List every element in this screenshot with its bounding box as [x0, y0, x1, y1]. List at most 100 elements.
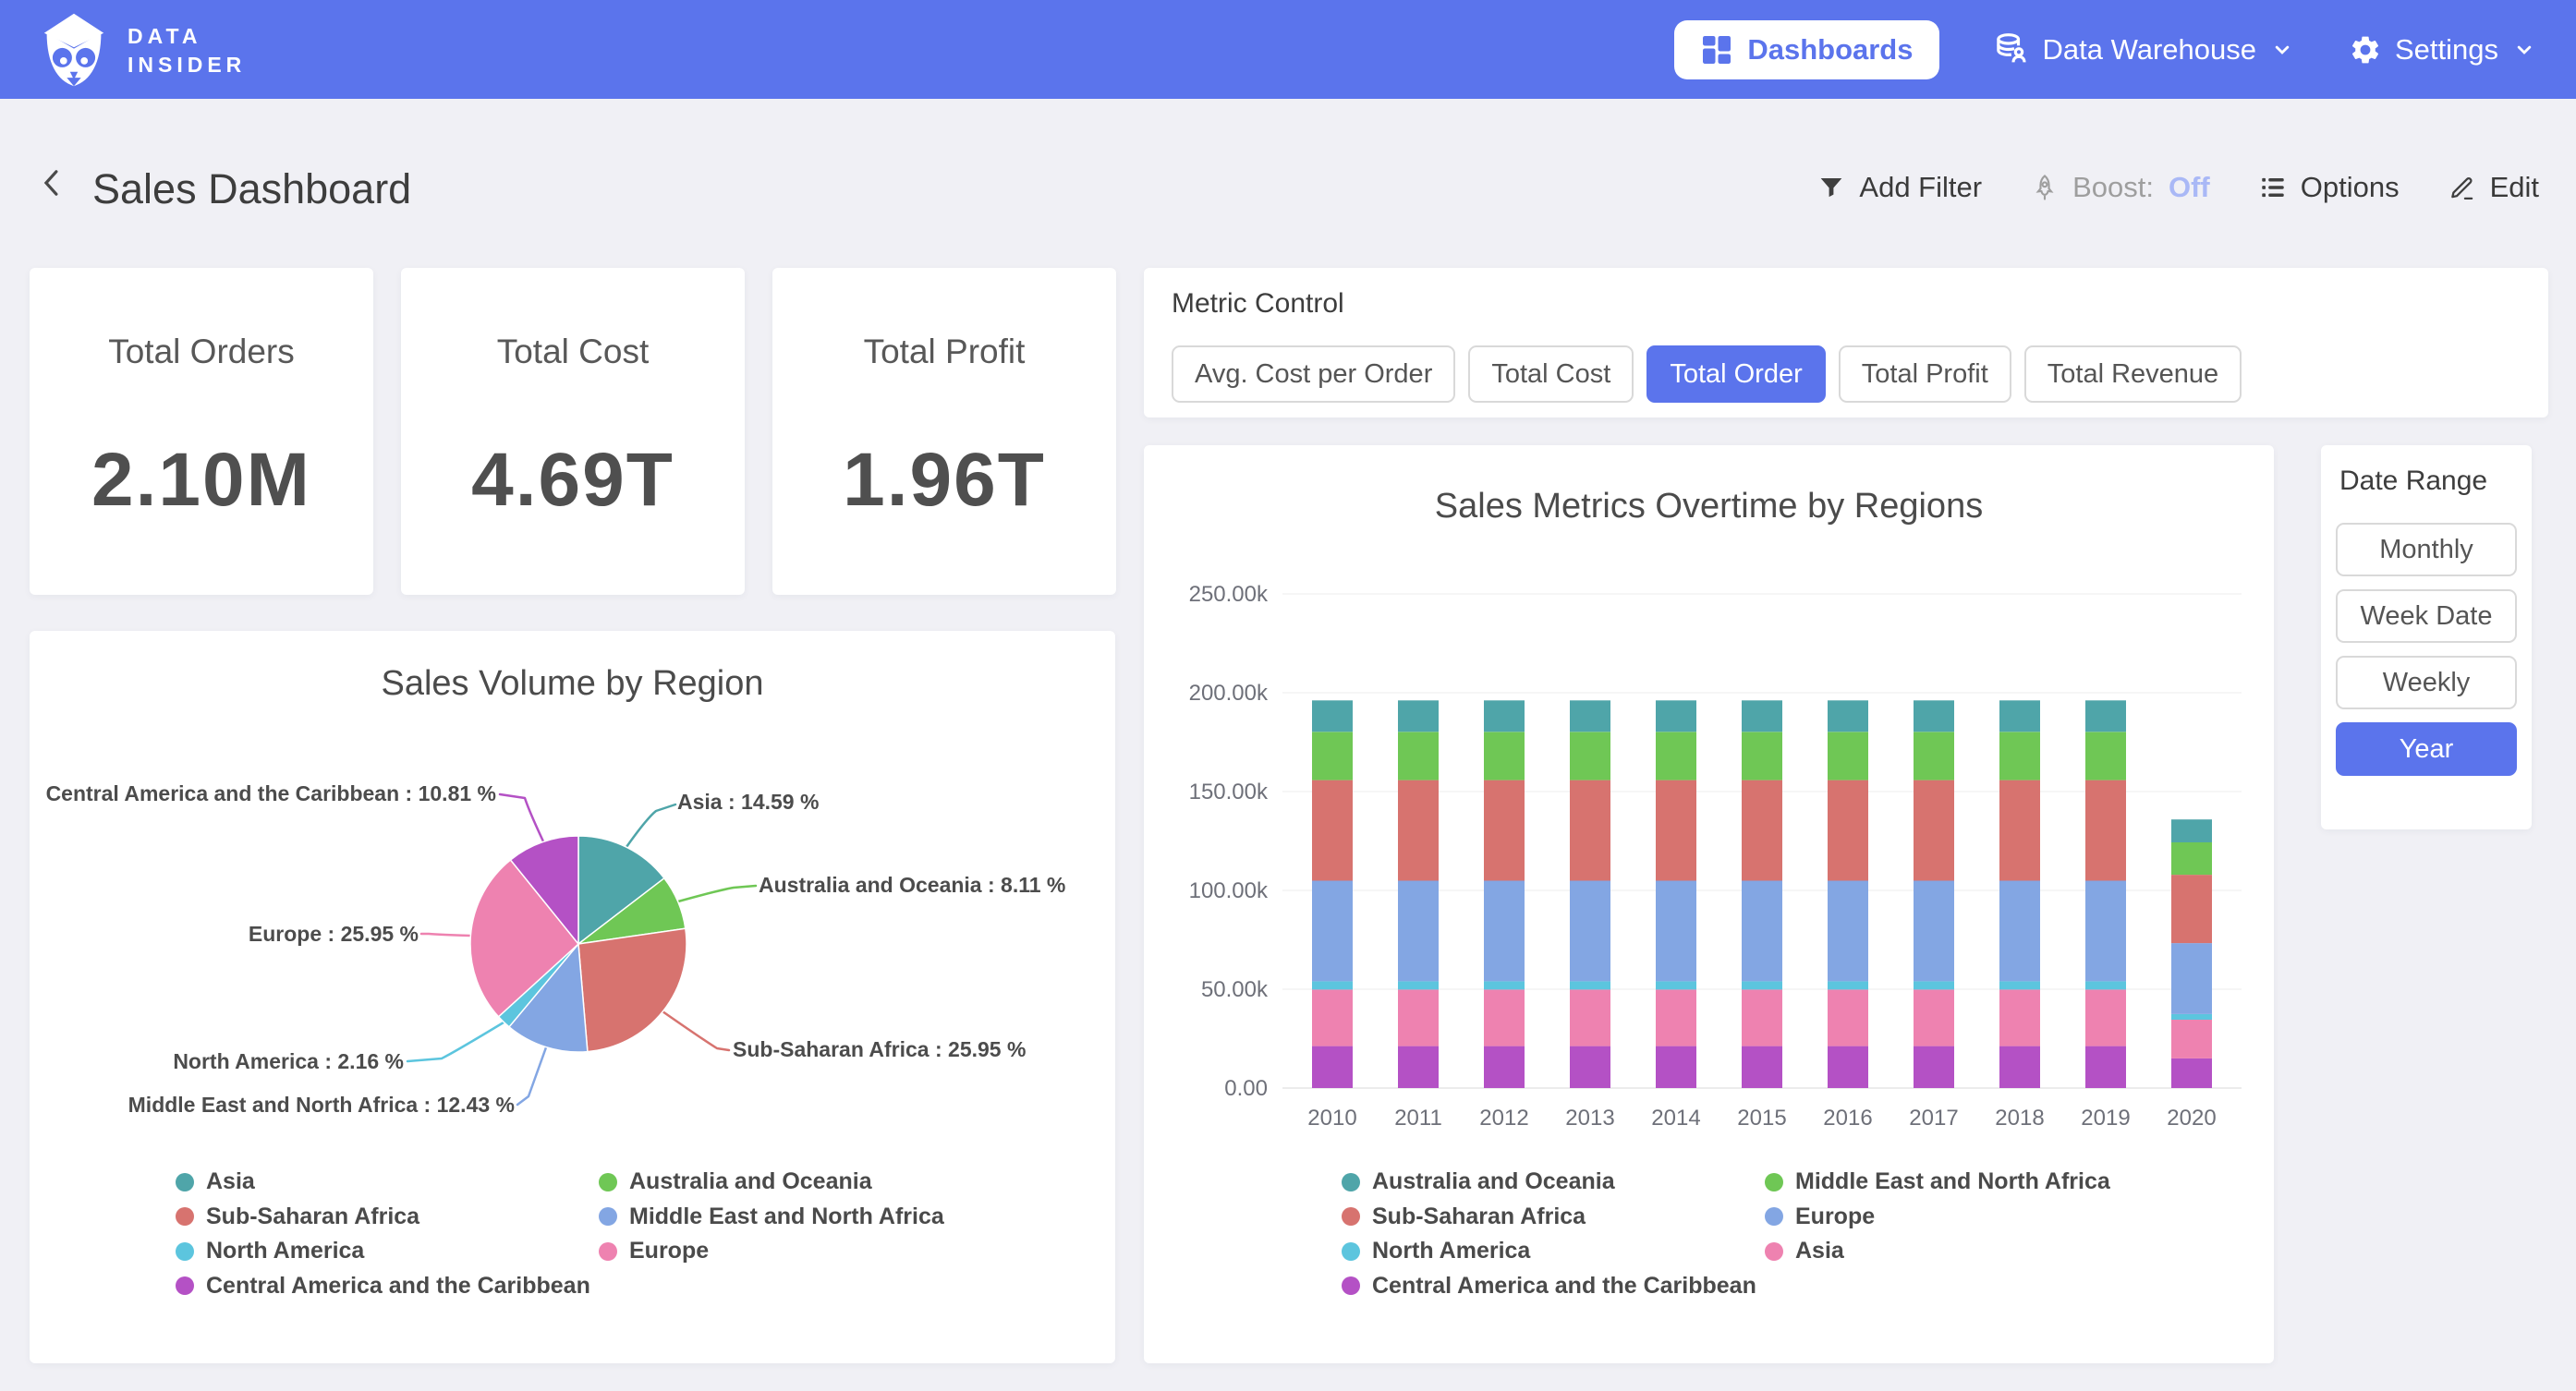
bar-segment-australia-and-oceania-2013[interactable] — [1570, 700, 1610, 732]
bar-segment-central-america-and-the-caribbean-2019[interactable] — [2085, 1046, 2126, 1088]
legend-item-asia[interactable]: Asia — [1765, 1234, 2110, 1269]
bar-segment-asia-2011[interactable] — [1398, 989, 1439, 1046]
bar-segment-australia-and-oceania-2019[interactable] — [2085, 700, 2126, 732]
legend-item-middle-east-and-north-africa[interactable]: Middle East and North Africa — [1765, 1165, 2110, 1200]
legend-item-australia-and-oceania[interactable]: Australia and Oceania — [1342, 1165, 1765, 1200]
boost-toggle[interactable]: Boost: Off — [2030, 171, 2210, 204]
legend-item-sub-saharan-africa[interactable]: Sub-Saharan Africa — [1342, 1200, 1765, 1235]
bar-segment-europe-2016[interactable] — [1828, 881, 1868, 982]
options-button[interactable]: Options — [2258, 171, 2400, 204]
bar-segment-middle-east-and-north-africa-2019[interactable] — [2085, 732, 2126, 780]
bar-segment-central-america-and-the-caribbean-2020[interactable] — [2171, 1058, 2212, 1088]
bar-segment-sub-saharan-africa-2012[interactable] — [1484, 780, 1525, 881]
bar-segment-europe-2011[interactable] — [1398, 881, 1439, 982]
bar-segment-sub-saharan-africa-2016[interactable] — [1828, 780, 1868, 881]
nav-data-warehouse[interactable]: Data Warehouse — [1993, 31, 2295, 68]
bar-segment-middle-east-and-north-africa-2013[interactable] — [1570, 732, 1610, 780]
bar-segment-sub-saharan-africa-2017[interactable] — [1914, 780, 1954, 881]
bar-segment-sub-saharan-africa-2015[interactable] — [1742, 780, 1782, 881]
metric-button-total-revenue[interactable]: Total Revenue — [2024, 345, 2242, 403]
bar-segment-sub-saharan-africa-2013[interactable] — [1570, 780, 1610, 881]
bar-segment-europe-2019[interactable] — [2085, 881, 2126, 982]
bar-segment-central-america-and-the-caribbean-2010[interactable] — [1312, 1046, 1353, 1088]
bar-segment-asia-2017[interactable] — [1914, 989, 1954, 1046]
metric-button-total-order[interactable]: Total Order — [1646, 345, 1825, 403]
bar-segment-north-america-2010[interactable] — [1312, 981, 1353, 989]
bar-segment-sub-saharan-africa-2010[interactable] — [1312, 780, 1353, 881]
bar-segment-europe-2018[interactable] — [1999, 881, 2040, 982]
bar-segment-north-america-2014[interactable] — [1656, 981, 1696, 989]
bar-segment-middle-east-and-north-africa-2012[interactable] — [1484, 732, 1525, 780]
bar-segment-central-america-and-the-caribbean-2012[interactable] — [1484, 1046, 1525, 1088]
bar-segment-north-america-2015[interactable] — [1742, 981, 1782, 989]
back-button[interactable] — [31, 159, 72, 210]
bar-segment-sub-saharan-africa-2020[interactable] — [2171, 875, 2212, 943]
bar-segment-asia-2019[interactable] — [2085, 989, 2126, 1046]
bar-segment-sub-saharan-africa-2011[interactable] — [1398, 780, 1439, 881]
legend-item-australia-and-oceania[interactable]: Australia and Oceania — [599, 1165, 944, 1200]
legend-item-central-america-and-the-caribbean[interactable]: Central America and the Caribbean — [176, 1269, 599, 1304]
bar-segment-sub-saharan-africa-2019[interactable] — [2085, 780, 2126, 881]
bar-segment-asia-2012[interactable] — [1484, 989, 1525, 1046]
bar-segment-australia-and-oceania-2010[interactable] — [1312, 700, 1353, 732]
metric-button-avg-cost-per-order[interactable]: Avg. Cost per Order — [1172, 345, 1455, 403]
bar-segment-australia-and-oceania-2018[interactable] — [1999, 700, 2040, 732]
bar-segment-europe-2014[interactable] — [1656, 881, 1696, 982]
bar-segment-europe-2010[interactable] — [1312, 881, 1353, 982]
legend-item-sub-saharan-africa[interactable]: Sub-Saharan Africa — [176, 1200, 599, 1235]
bar-segment-australia-and-oceania-2020[interactable] — [2171, 819, 2212, 842]
bar-segment-north-america-2013[interactable] — [1570, 981, 1610, 989]
nav-dashboards-button[interactable]: Dashboards — [1674, 20, 1938, 79]
add-filter-button[interactable]: Add Filter — [1817, 171, 1982, 204]
bar-segment-asia-2013[interactable] — [1570, 989, 1610, 1046]
bar-segment-australia-and-oceania-2015[interactable] — [1742, 700, 1782, 732]
bar-segment-middle-east-and-north-africa-2017[interactable] — [1914, 732, 1954, 780]
bar-segment-north-america-2012[interactable] — [1484, 981, 1525, 989]
bar-segment-central-america-and-the-caribbean-2011[interactable] — [1398, 1046, 1439, 1088]
legend-item-north-america[interactable]: North America — [176, 1234, 599, 1269]
legend-item-middle-east-and-north-africa[interactable]: Middle East and North Africa — [599, 1200, 944, 1235]
legend-item-europe[interactable]: Europe — [1765, 1200, 2110, 1235]
date-range-button-week-date[interactable]: Week Date — [2336, 589, 2517, 643]
legend-item-europe[interactable]: Europe — [599, 1234, 944, 1269]
bar-segment-central-america-and-the-caribbean-2017[interactable] — [1914, 1046, 1954, 1088]
bar-segment-asia-2014[interactable] — [1656, 989, 1696, 1046]
date-range-button-year[interactable]: Year — [2336, 722, 2517, 776]
metric-button-total-profit[interactable]: Total Profit — [1839, 345, 2011, 403]
bar-segment-europe-2015[interactable] — [1742, 881, 1782, 982]
bar-segment-australia-and-oceania-2011[interactable] — [1398, 700, 1439, 732]
bar-segment-north-america-2020[interactable] — [2171, 1014, 2212, 1020]
legend-item-asia[interactable]: Asia — [176, 1165, 599, 1200]
bar-segment-europe-2013[interactable] — [1570, 881, 1610, 982]
bar-segment-asia-2010[interactable] — [1312, 989, 1353, 1046]
pie-slice-sub-saharan-africa[interactable] — [578, 928, 687, 1051]
bar-segment-middle-east-and-north-africa-2010[interactable] — [1312, 732, 1353, 780]
legend-item-central-america-and-the-caribbean[interactable]: Central America and the Caribbean — [1342, 1269, 1765, 1304]
date-range-button-weekly[interactable]: Weekly — [2336, 656, 2517, 709]
date-range-button-monthly[interactable]: Monthly — [2336, 523, 2517, 576]
bar-segment-middle-east-and-north-africa-2011[interactable] — [1398, 732, 1439, 780]
bar-segment-asia-2016[interactable] — [1828, 989, 1868, 1046]
bar-segment-middle-east-and-north-africa-2014[interactable] — [1656, 732, 1696, 780]
bar-segment-europe-2017[interactable] — [1914, 881, 1954, 982]
bar-segment-north-america-2018[interactable] — [1999, 981, 2040, 989]
bar-segment-europe-2020[interactable] — [2171, 943, 2212, 1014]
bar-segment-central-america-and-the-caribbean-2013[interactable] — [1570, 1046, 1610, 1088]
bar-segment-central-america-and-the-caribbean-2014[interactable] — [1656, 1046, 1696, 1088]
nav-settings[interactable]: Settings — [2349, 33, 2537, 67]
bar-segment-australia-and-oceania-2012[interactable] — [1484, 700, 1525, 732]
bar-segment-sub-saharan-africa-2018[interactable] — [1999, 780, 2040, 881]
bar-segment-middle-east-and-north-africa-2016[interactable] — [1828, 732, 1868, 780]
bar-segment-asia-2015[interactable] — [1742, 989, 1782, 1046]
edit-button[interactable]: Edit — [2448, 171, 2539, 204]
bar-segment-australia-and-oceania-2017[interactable] — [1914, 700, 1954, 732]
bar-segment-central-america-and-the-caribbean-2018[interactable] — [1999, 1046, 2040, 1088]
bar-segment-asia-2020[interactable] — [2171, 1020, 2212, 1058]
bar-segment-australia-and-oceania-2014[interactable] — [1656, 700, 1696, 732]
bar-segment-central-america-and-the-caribbean-2016[interactable] — [1828, 1046, 1868, 1088]
bar-segment-middle-east-and-north-africa-2020[interactable] — [2171, 842, 2212, 875]
bar-segment-australia-and-oceania-2016[interactable] — [1828, 700, 1868, 732]
bar-segment-europe-2012[interactable] — [1484, 881, 1525, 982]
bar-segment-north-america-2016[interactable] — [1828, 981, 1868, 989]
bar-segment-north-america-2019[interactable] — [2085, 981, 2126, 989]
